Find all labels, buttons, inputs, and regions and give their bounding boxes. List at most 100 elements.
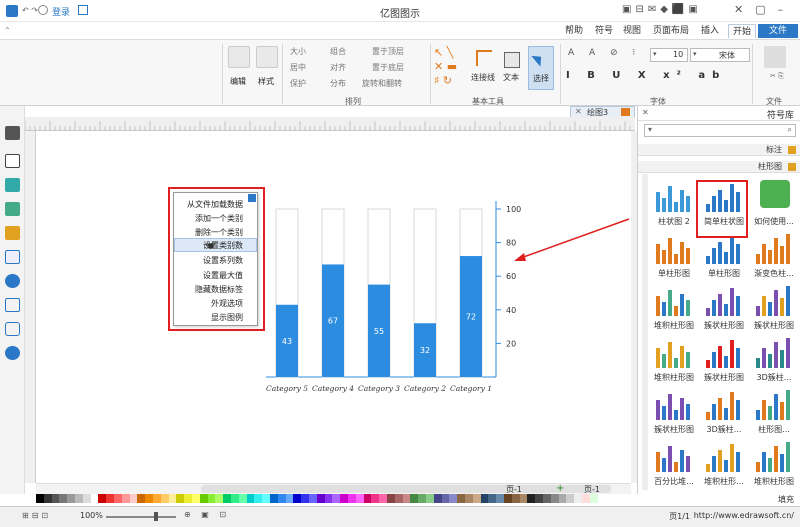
view-icons[interactable]: ⊞⊟⊡	[22, 511, 51, 520]
color-swatch[interactable]	[355, 494, 364, 503]
menu-appearance[interactable]: 外观选项	[211, 297, 243, 310]
color-swatch[interactable]	[504, 494, 512, 503]
color-swatch[interactable]	[36, 494, 44, 503]
color-swatch[interactable]	[394, 494, 403, 503]
library-shape-thumb[interactable]	[702, 332, 746, 372]
color-swatch[interactable]	[543, 494, 551, 503]
fit-icons[interactable]: ⊕ ▣ ⊡	[184, 510, 230, 519]
style-icon[interactable]	[256, 46, 278, 68]
color-swatch[interactable]	[449, 494, 458, 503]
menu-add-category[interactable]: 添加一个类别	[195, 212, 243, 225]
library-shape-thumb[interactable]	[652, 228, 696, 268]
color-swatch[interactable]	[168, 494, 177, 503]
close-icon[interactable]: ✕	[575, 107, 582, 116]
color-swatch[interactable]	[90, 494, 99, 503]
title-icons[interactable]: ▣⊟✉◆⬛▣	[622, 4, 702, 15]
color-swatch[interactable]	[145, 494, 154, 503]
settings-icon[interactable]	[38, 5, 48, 15]
arrange-distribute[interactable]: 分布	[330, 78, 346, 89]
color-swatch[interactable]	[496, 494, 505, 503]
color-swatch[interactable]	[215, 494, 224, 503]
color-swatch[interactable]	[137, 494, 146, 503]
quick-undo-icon[interactable]: ↶ ↷	[22, 6, 38, 15]
menu-hide-labels[interactable]: 隐藏数据标签	[195, 283, 243, 296]
color-swatch[interactable]	[75, 494, 83, 503]
category-annotation[interactable]: 标注	[638, 144, 800, 156]
arrange-align[interactable]: 对齐	[330, 62, 346, 73]
color-swatch[interactable]	[480, 494, 489, 503]
color-swatch[interactable]	[379, 494, 388, 503]
library-shape-thumb[interactable]	[752, 436, 796, 476]
color-swatch[interactable]	[519, 494, 528, 503]
color-swatch[interactable]	[153, 494, 161, 503]
color-swatch[interactable]	[527, 494, 536, 503]
color-swatch[interactable]	[402, 494, 411, 503]
color-swatch[interactable]	[238, 494, 247, 503]
color-swatch[interactable]	[176, 494, 185, 503]
color-swatch[interactable]	[535, 494, 544, 503]
arrange-bring-front[interactable]: 置于顶层	[372, 46, 404, 57]
color-swatch[interactable]	[511, 494, 520, 503]
tab-page-layout[interactable]: 页面布局	[648, 24, 694, 38]
add-page-icon[interactable]: +	[556, 483, 564, 494]
tab-symbol[interactable]: 符号	[590, 24, 618, 38]
color-swatch[interactable]	[363, 494, 372, 503]
tab-home[interactable]: 开始	[728, 24, 756, 38]
arrange-center[interactable]: 居中	[290, 62, 306, 73]
color-swatch[interactable]	[441, 494, 450, 503]
color-swatch[interactable]	[371, 494, 380, 503]
menu-set-series[interactable]: 设置系列数	[203, 254, 243, 267]
color-swatch[interactable]	[82, 494, 91, 503]
horizontal-scrollbar[interactable]	[201, 485, 611, 493]
file-paste-icon[interactable]	[764, 46, 786, 68]
status-url[interactable]: http://www.edrawsoft.cn/	[694, 511, 794, 520]
color-swatch[interactable]	[418, 494, 427, 503]
color-swatch[interactable]	[231, 494, 239, 503]
font-format-icons[interactable]: I B U X x² ab	[566, 70, 726, 81]
text-tool-button[interactable]: 文本	[500, 46, 524, 90]
tab-file[interactable]: 文件	[758, 24, 798, 38]
color-swatch[interactable]	[114, 494, 122, 503]
font-size-select[interactable]: 10 ▾	[650, 48, 688, 62]
color-swatch[interactable]	[488, 494, 497, 503]
color-swatch[interactable]	[129, 494, 138, 503]
arrange-size[interactable]: 大小	[290, 46, 306, 57]
color-swatch[interactable]	[457, 494, 466, 503]
color-swatch[interactable]	[410, 494, 419, 503]
color-swatch[interactable]	[293, 494, 302, 503]
color-swatch[interactable]	[387, 494, 395, 503]
tab-view[interactable]: 视图	[618, 24, 646, 38]
login-link[interactable]: 登录	[52, 5, 70, 18]
library-shape-thumb[interactable]	[752, 176, 796, 216]
color-swatch[interactable]	[550, 494, 559, 503]
color-swatch[interactable]	[285, 494, 294, 503]
library-search-input[interactable]: ⌕ ▾	[644, 124, 796, 137]
edit-icon[interactable]	[228, 46, 250, 68]
library-shape-thumb[interactable]	[752, 384, 796, 424]
color-swatch[interactable]	[246, 494, 255, 503]
connector-tool-button[interactable]: 连接线	[470, 46, 498, 90]
library-shape-thumb[interactable]	[752, 332, 796, 372]
color-swatch[interactable]	[324, 494, 333, 503]
color-swatch[interactable]	[277, 494, 286, 503]
drawing-canvas[interactable]: 从文件加载数据 添加一个类别 删除一个类别 设置类别数 设置系列数 设置最大值 …	[36, 131, 631, 483]
menu-show-legend[interactable]: 显示图例	[211, 311, 243, 324]
color-swatch[interactable]	[192, 494, 200, 503]
color-swatch[interactable]	[262, 494, 271, 503]
zoom-handle[interactable]	[154, 512, 158, 521]
bar-chart[interactable]: 2040608010072Category 132Category 255Cat…	[256, 199, 536, 399]
font-size-adjust-icons[interactable]: A A ⊘ ⁝	[568, 48, 641, 58]
category-bar-charts[interactable]: 柱形图	[638, 161, 800, 173]
color-swatch[interactable]	[309, 494, 317, 503]
close-icon[interactable]: ✕	[642, 108, 649, 117]
library-shape-thumb[interactable]	[652, 176, 696, 216]
color-swatch[interactable]	[199, 494, 208, 503]
color-swatch[interactable]	[51, 494, 60, 503]
color-swatch[interactable]	[207, 494, 216, 503]
library-shape-thumb[interactable]	[752, 228, 796, 268]
select-tool-button[interactable]: 选择	[528, 46, 554, 90]
color-swatch[interactable]	[254, 494, 263, 503]
edit-button[interactable]: 编辑	[230, 76, 246, 87]
layers-icon[interactable]	[5, 226, 20, 240]
color-swatch[interactable]	[59, 494, 68, 503]
